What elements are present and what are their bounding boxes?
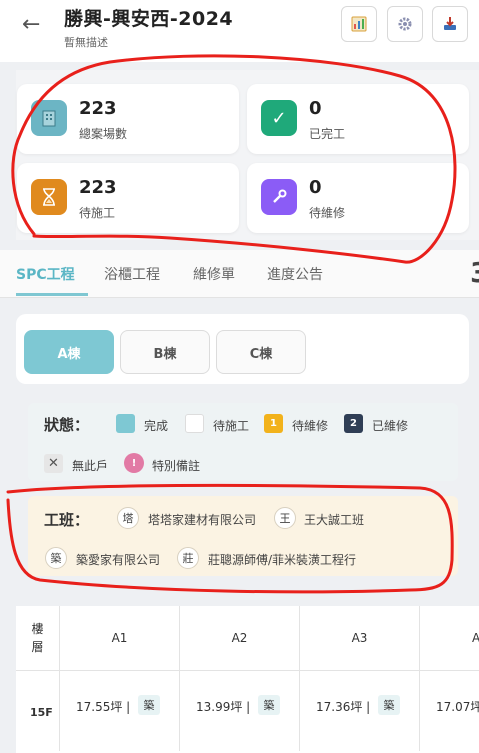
tab-repair-orders[interactable]: 維修單 [193, 264, 235, 284]
column-header: A2 [180, 606, 300, 670]
teams-title: 工班： [44, 511, 90, 529]
legend-swatch-completed [116, 414, 135, 433]
legend-title: 狀態： [44, 416, 90, 434]
legend-label: 特別備註 [152, 459, 201, 473]
tab-scroll-indicator: 3 [470, 256, 479, 289]
legend-swatch-repaired: 2 [344, 414, 363, 433]
legend-swatch-pending [185, 414, 204, 433]
team-name: 塔塔家建材有限公司 [148, 513, 257, 527]
floor-header: 樓 層 [16, 606, 60, 670]
unit-cell[interactable]: 17.07坪 [420, 671, 479, 751]
wrench-icon [261, 179, 297, 215]
stat-label: 已完工 [309, 127, 346, 141]
team-avatar: 塔 [117, 507, 139, 529]
legend-label: 待施工 [213, 419, 250, 433]
building-a-button[interactable]: A棟 [24, 330, 114, 374]
floor-label: 15F [30, 706, 53, 719]
gear-icon [398, 17, 412, 31]
stat-value: 0 [309, 177, 322, 198]
unit-cell[interactable]: 13.99坪 | 築 [180, 671, 300, 751]
floor-header-bottom: 層 [31, 640, 44, 654]
download-button[interactable] [432, 6, 468, 42]
unit-area: 17.36坪 | [316, 700, 371, 714]
building-c-button[interactable]: C棟 [216, 330, 306, 374]
chart-button[interactable] [341, 6, 377, 42]
unit-area: 17.55坪 | [76, 700, 131, 714]
stat-value: 0 [309, 98, 322, 119]
stat-label: 待施工 [79, 206, 116, 220]
unit-cell[interactable]: 17.36坪 | 築 [300, 671, 420, 751]
stat-label: 待維修 [309, 206, 346, 220]
legend-label: 待維修 [292, 419, 329, 433]
download-icon [444, 17, 456, 30]
building-icon [31, 100, 67, 136]
team-avatar: 築 [45, 547, 67, 569]
team-avatar: 王 [274, 507, 296, 529]
unit-area: 17.07坪 [436, 700, 479, 714]
hourglass-icon [31, 179, 67, 215]
tab-cabinet[interactable]: 浴櫃工程 [104, 264, 160, 284]
team-name: 莊聰源師傅/菲米裝潢工程行 [208, 553, 357, 567]
team-avatar: 莊 [177, 547, 199, 569]
tab-spc[interactable]: SPC工程 [16, 264, 75, 284]
unit-team-tag: 築 [258, 695, 280, 715]
team-name: 王大誠工班 [304, 513, 365, 527]
page-subtitle: 暫無描述 [64, 36, 108, 49]
unit-cell[interactable]: 17.55坪 | 築 [60, 671, 180, 751]
unit-area: 13.99坪 | [196, 700, 251, 714]
column-header: A [420, 606, 479, 670]
building-b-button[interactable]: B棟 [120, 330, 210, 374]
chart-icon [351, 16, 367, 32]
floor-header-top: 樓 [31, 622, 44, 636]
legend-label: 已維修 [372, 419, 409, 433]
legend-label: 完成 [144, 419, 169, 433]
page-title: 勝興-興安西-2024 [64, 8, 234, 30]
settings-button[interactable] [387, 6, 423, 42]
stat-card-repair[interactable]: 0 待維修 [247, 163, 469, 233]
tab-bar: SPC工程 浴櫃工程 維修單 進度公告 [0, 250, 479, 298]
legend-label: 無此戶 [72, 459, 109, 473]
stat-card-total[interactable]: 223 總案場數 [17, 84, 239, 154]
legend-swatch-none: ✕ [44, 454, 63, 473]
unit-team-tag: 築 [378, 695, 400, 715]
stat-label: 總案場數 [79, 127, 128, 141]
stat-card-completed[interactable]: ✓ 0 已完工 [247, 84, 469, 154]
team-name: 築愛家有限公司 [76, 553, 161, 567]
unit-team-tag: 築 [138, 695, 160, 715]
stat-card-pending[interactable]: 223 待施工 [17, 163, 239, 233]
legend-swatch-to-repair: 1 [264, 414, 283, 433]
stat-value: 223 [79, 177, 117, 198]
stat-value: 223 [79, 98, 117, 119]
column-header: A1 [60, 606, 180, 670]
column-header: A3 [300, 606, 420, 670]
active-tab-indicator [16, 293, 88, 296]
check-icon: ✓ [261, 100, 297, 136]
top-header: ← 勝興-興安西-2024 暫無描述 [0, 0, 479, 62]
tab-progress-notice[interactable]: 進度公告 [267, 264, 323, 284]
legend-swatch-note: ! [124, 453, 144, 473]
back-arrow-icon[interactable]: ← [22, 12, 40, 37]
